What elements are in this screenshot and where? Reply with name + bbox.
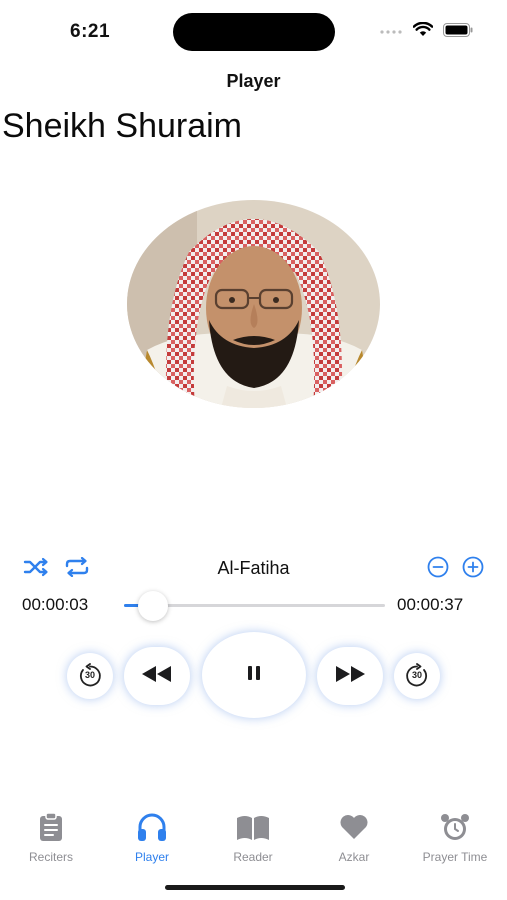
page-title: Player [226,71,281,91]
home-indicator [165,885,345,890]
rewind-button[interactable] [124,647,190,705]
skip-forward-30-button[interactable]: 30 [394,653,440,699]
tab-label-reader: Reader [233,850,273,864]
skip-forward-label: 30 [411,670,422,680]
tab-reciters[interactable]: Reciters [1,812,101,864]
tab-bar: Reciters Player Reader Azkar Prayer Time [0,812,507,872]
pause-icon [247,665,261,686]
status-icons [379,21,473,42]
reciter-avatar [127,200,380,408]
speed-decrease-button[interactable] [426,556,450,582]
status-bar: 6:21 [0,0,507,60]
headphones-icon [136,813,168,846]
forward-30-icon: 30 [404,663,430,689]
skip-back-30-button[interactable]: 30 [67,653,113,699]
speed-increase-button[interactable] [461,556,485,582]
elapsed-time: 00:00:03 [22,595,89,614]
book-icon [235,816,271,846]
plus-circle-icon [462,556,484,583]
reciter-name: Sheikh Shuraim [2,107,243,145]
battery-icon [443,22,473,42]
tab-azkar[interactable]: Azkar [304,812,404,864]
dynamic-island [173,13,335,51]
rewind-30-icon: 30 [77,663,103,689]
tab-player[interactable]: Player [102,812,202,864]
skip-back-label: 30 [84,670,95,680]
progress-thumb[interactable] [138,591,168,621]
minus-circle-icon [427,556,449,583]
heart-icon [338,815,370,846]
tab-reader[interactable]: Reader [203,812,303,864]
rewind-icon [141,665,173,688]
tab-label-azkar: Azkar [338,850,370,864]
play-pause-button[interactable] [202,632,306,718]
duration-time: 00:00:37 [397,595,464,614]
tab-label-prayer-time: Prayer Time [422,850,488,864]
alarm-clock-icon [439,814,471,846]
fast-forward-icon [334,665,366,688]
status-time: 6:21 [70,21,111,42]
tab-label-player: Player [134,850,169,864]
tab-prayer-time[interactable]: Prayer Time [405,812,505,864]
signal-icon [379,23,403,41]
clipboard-icon [38,812,64,846]
progress-slider[interactable] [124,590,385,621]
fast-forward-button[interactable] [317,647,383,705]
wifi-icon [412,21,434,42]
tab-label-reciters: Reciters [28,850,73,864]
track-row: Al-Fatiha [0,553,507,583]
